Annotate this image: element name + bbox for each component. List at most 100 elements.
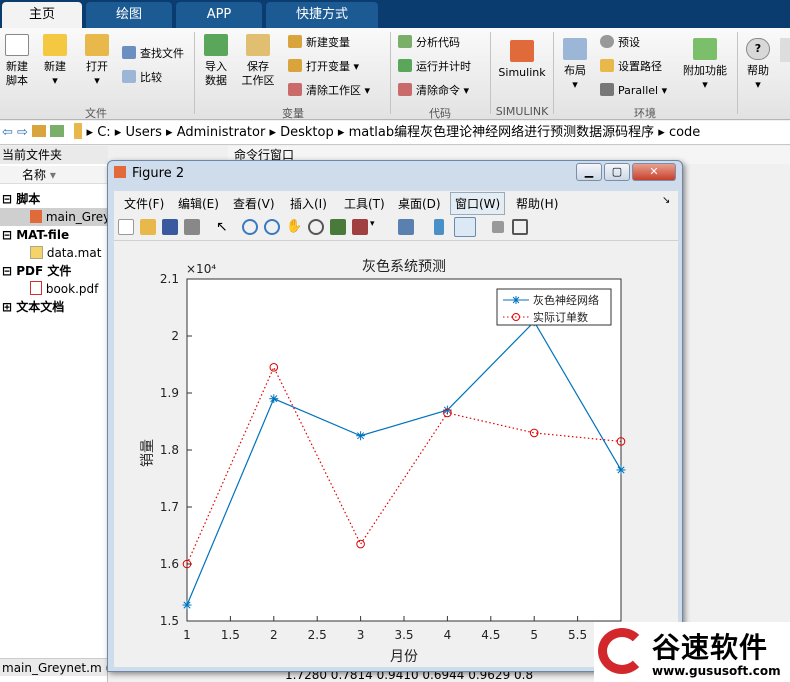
- list-item-label: 文本文档: [16, 300, 65, 314]
- legend[interactable]: 灰色神经网络 实际订单数: [496, 288, 612, 326]
- current-folder-panel: 当前文件夹 名称 ▾ ⊟ 脚本 main_Greynet.m ⊟ MAT-fil…: [0, 146, 108, 682]
- new-variable-icon: [288, 35, 302, 48]
- address-bar[interactable]: ⇦ ⇨ ▸ C: ▸ Users ▸ Administrator ▸ Deskt…: [0, 121, 790, 145]
- path-separator: ▸: [269, 125, 281, 140]
- data-cursor-icon[interactable]: [330, 219, 346, 235]
- simulink-button[interactable]: Simulink: [496, 34, 548, 80]
- import-data-button[interactable]: 导入 数据: [200, 34, 232, 88]
- path-segment[interactable]: Administrator: [177, 125, 266, 140]
- find-files-button[interactable]: 查找文件: [122, 46, 184, 62]
- hide-plot-tools-icon[interactable]: [492, 221, 504, 233]
- up-folder-icon[interactable]: [32, 125, 47, 137]
- help-label: 帮助: [747, 64, 769, 77]
- menu-file[interactable]: 文件(F): [124, 195, 164, 212]
- list-item[interactable]: data.mat: [0, 244, 108, 262]
- list-item[interactable]: ⊟ PDF 文件: [0, 262, 108, 280]
- brush-icon[interactable]: [352, 219, 368, 235]
- zoom-out-icon[interactable]: [264, 219, 280, 235]
- path-separator: ▸: [114, 125, 126, 140]
- menu-insert[interactable]: 插入(I): [290, 195, 327, 212]
- sort-down-icon: ▾: [49, 168, 56, 182]
- new-variable-button[interactable]: 新建变量: [288, 35, 350, 51]
- path-segment[interactable]: code: [669, 125, 700, 140]
- menu-help[interactable]: 帮助(H): [516, 195, 558, 212]
- overflow-button[interactable]: [780, 38, 790, 62]
- new-script-button[interactable]: 新建 脚本: [2, 34, 32, 88]
- set-path-button[interactable]: 设置路径: [600, 59, 662, 75]
- chart[interactable]: 1 1.5 2 2.5 3 3.5 4 4.5 5 5.51.51.61.71.81.922.1 …: [114, 241, 678, 667]
- new-figure-icon[interactable]: [118, 219, 134, 235]
- preferences-button[interactable]: 预设: [600, 35, 640, 51]
- figure-window[interactable]: Figure 2 ▁ ▢ ✕ 文件(F) 编辑(E) 查看(V) 插入(I) 工…: [107, 160, 683, 672]
- tab-shortcuts[interactable]: 快捷方式: [266, 2, 378, 28]
- back-arrow-icon[interactable]: ⇦: [2, 125, 13, 140]
- list-item[interactable]: ⊞ 文本文档: [0, 298, 108, 316]
- legend-marker-1: [512, 296, 520, 304]
- brush-dropdown-icon[interactable]: ▾: [370, 219, 376, 235]
- path-segment[interactable]: matlab编程灰色理论神经网络进行预测数据源码程序: [349, 125, 655, 140]
- plot-area: 1 1.5 2 2.5 3 3.5 4 4.5 5 5.5 1.5 1.6 1.7 1.8 1.9 2 2.1 …: [114, 241, 678, 667]
- list-item[interactable]: ⊟ MAT-file: [0, 226, 108, 244]
- clear-commands-button[interactable]: 清除命令 ▾: [398, 83, 469, 99]
- open-file-icon[interactable]: [140, 219, 156, 235]
- figure-menubar: 文件(F) 编辑(E) 查看(V) 插入(I) 工具(T) 桌面(D) 窗口(W…: [114, 191, 678, 215]
- close-button[interactable]: ✕: [632, 163, 676, 181]
- logo-text: 谷速软件: [652, 631, 769, 664]
- compare-button[interactable]: 比较: [122, 70, 162, 86]
- maximize-button[interactable]: ▢: [604, 163, 630, 181]
- analyze-code-button[interactable]: 分析代码: [398, 35, 460, 51]
- parallel-button[interactable]: Parallel ▾: [600, 83, 667, 99]
- open-button[interactable]: 打开 ▾: [82, 34, 112, 88]
- tab-home[interactable]: 主页: [2, 2, 82, 28]
- ribbon: 新建 脚本 新建 ▾ 打开 ▾ 查找文件 比较 文件 导入 数据 保存 工作区 新建…: [0, 28, 790, 120]
- clear-workspace-button[interactable]: 清除工作区 ▾: [288, 83, 370, 99]
- mat-file-icon: [30, 246, 43, 259]
- menu-tools[interactable]: 工具(T): [344, 195, 385, 212]
- browse-folder-icon[interactable]: [50, 125, 65, 137]
- x-tick-label: 2.5: [308, 628, 327, 642]
- help-icon: ?: [746, 38, 770, 60]
- zoom-in-icon[interactable]: [242, 219, 258, 235]
- minimize-button[interactable]: ▁: [576, 163, 602, 181]
- list-item-label: data.mat: [46, 246, 102, 260]
- save-workspace-button[interactable]: 保存 工作区: [240, 34, 276, 88]
- link-plot-icon[interactable]: [398, 219, 414, 235]
- x-tick-label: 2: [270, 628, 278, 642]
- save-icon[interactable]: [162, 219, 178, 235]
- list-item[interactable]: main_Greynet.m: [0, 208, 108, 226]
- menu-view[interactable]: 查看(V): [233, 195, 275, 212]
- list-item[interactable]: ⊟ 脚本: [0, 190, 108, 208]
- menu-edit[interactable]: 编辑(E): [178, 195, 219, 212]
- menu-desktop[interactable]: 桌面(D): [398, 195, 441, 212]
- simulink-label: Simulink: [498, 66, 546, 79]
- name-column-header[interactable]: 名称 ▾: [0, 166, 108, 184]
- dock-arrow-icon[interactable]: ↘: [662, 195, 670, 206]
- new-button[interactable]: 新建 ▾: [40, 34, 70, 88]
- layout-button[interactable]: 布局 ▾: [558, 34, 592, 92]
- help-button[interactable]: ? 帮助 ▾: [742, 34, 774, 92]
- forward-arrow-icon[interactable]: ⇨: [17, 125, 28, 140]
- list-item[interactable]: book.pdf: [0, 280, 108, 298]
- rotate-icon[interactable]: [308, 219, 324, 235]
- run-time-button[interactable]: 运行并计时: [398, 59, 471, 75]
- current-folder-header: 当前文件夹: [0, 146, 108, 164]
- pointer-icon[interactable]: ↖: [216, 219, 232, 235]
- logo-url: www.gususoft.com: [652, 664, 781, 678]
- open-variable-button[interactable]: 打开变量 ▾: [288, 59, 359, 75]
- path-segment[interactable]: C:: [97, 125, 110, 140]
- list-item-label: MAT-file: [16, 228, 70, 242]
- print-icon[interactable]: [184, 219, 200, 235]
- legend-icon[interactable]: [454, 217, 476, 237]
- pan-icon[interactable]: ✋: [286, 219, 302, 235]
- tab-plots[interactable]: 绘图: [86, 2, 172, 28]
- path-segment[interactable]: Desktop: [280, 125, 334, 140]
- list-item-label: main_Greynet.m: [45, 210, 108, 224]
- show-plot-tools-icon[interactable]: [512, 219, 528, 235]
- menu-window[interactable]: 窗口(W): [450, 192, 506, 215]
- x-tick-label: 3.5: [394, 628, 413, 642]
- data-point: [356, 431, 366, 441]
- path-segment[interactable]: Users: [125, 125, 161, 140]
- tab-apps[interactable]: APP: [176, 2, 262, 28]
- colorbar-icon[interactable]: [434, 219, 444, 235]
- addons-button[interactable]: 附加功能 ▾: [680, 34, 730, 92]
